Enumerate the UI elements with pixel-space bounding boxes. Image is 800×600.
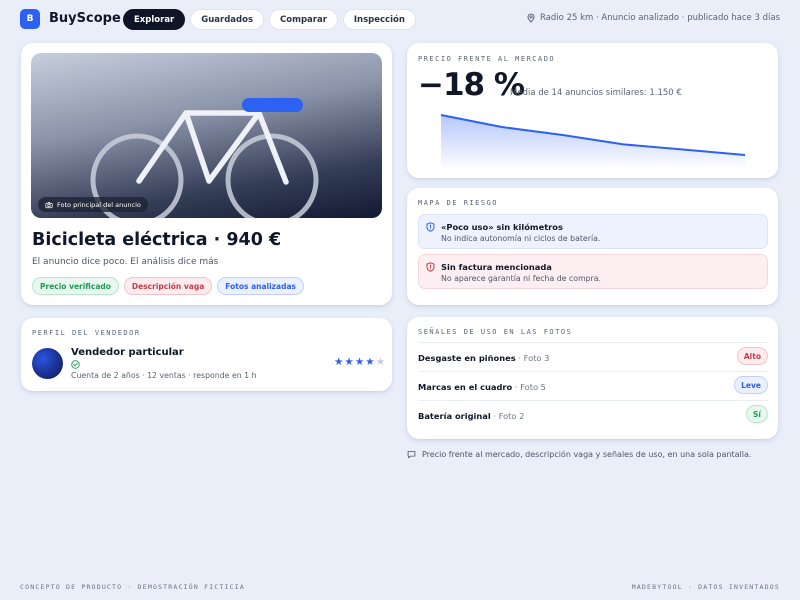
price-median: Media de 14 anuncios similares: 1.150 € [510,88,682,98]
listing-subtitle: El anuncio dice poco. El análisis dice m… [32,257,219,267]
price-delta: −18 % [418,67,525,103]
tag-precio-verificado[interactable]: Precio verificado [32,277,119,295]
risk-item-kilometros[interactable]: «Poco uso» sin kilómetros No indica auto… [418,214,768,249]
usage-label-main: Batería original [418,411,491,421]
photo-caption: Foto principal del anuncio [38,197,148,212]
risk-title: Sin factura mencionada [441,262,552,272]
usage-kicker: Señales de uso en las fotos [418,328,573,336]
seller-kicker: Perfil del vendedor [32,329,141,337]
tag-fotos-analizadas[interactable]: Fotos analizadas [217,277,304,295]
listing-tags: Precio verificado Descripción vaga Fotos… [32,277,304,295]
usage-row-cuadro[interactable]: Marcas en el cuadro · Foto 5 Leve [418,371,768,400]
usage-label: Batería original · Foto 2 [418,411,524,421]
app-name[interactable]: BuyScope [49,11,121,26]
bicycle-illustration [90,98,319,218]
price-trend-chart [440,114,746,167]
usage-row-pinones[interactable]: Desgaste en piñones · Foto 3 Alto [418,342,768,371]
star-filled-icon: ★ [354,356,365,368]
avatar[interactable] [32,348,63,379]
tab-comparar[interactable]: Comparar [269,9,338,30]
star-filled-icon: ★ [344,356,354,368]
photo-caption-text: Foto principal del anuncio [57,200,141,209]
risk-item-factura[interactable]: Sin factura mencionada No aparece garant… [418,254,768,289]
summary-note-text: Precio frente al mercado, descripción va… [422,450,752,459]
usage-label-main: Marcas en el cuadro [418,382,513,392]
usage-source: · Foto 2 [490,411,525,421]
star-empty-icon: ★ [375,356,386,368]
trend-area [441,115,745,167]
risk-title: «Poco uso» sin kilómetros [441,222,563,232]
tab-guardados[interactable]: Guardados [190,9,265,30]
summary-note: Precio frente al mercado, descripción va… [407,450,751,459]
footer-left: Concepto de producto · Demostración fict… [20,583,245,591]
usage-badge: Leve [734,376,768,394]
listing-title: Bicicleta eléctrica · 940 € [32,230,282,250]
context-text: Radio 25 km · Anuncio analizado · public… [539,13,780,23]
usage-row-bateria[interactable]: Batería original · Foto 2 Sí [418,400,768,429]
usage-label-main: Desgaste en piñones [418,353,516,363]
usage-label: Marcas en el cuadro · Foto 5 [418,382,546,392]
usage-source: · Foto 3 [515,353,550,363]
tab-explorar[interactable]: Explorar [123,9,186,30]
usage-label: Desgaste en piñones · Foto 3 [418,353,549,363]
main-nav: Explorar Guardados Comparar Inspección [123,9,416,30]
risk-desc: No aparece garantía ni fecha de compra. [441,274,602,283]
seller-card: Perfil del vendedor Vendedor particular … [21,318,392,391]
top-bar: B BuyScope Explorar Guardados Comparar I… [20,9,780,30]
map-pin-icon [527,13,535,23]
tab-inspeccion[interactable]: Inspección [342,9,416,30]
usage-source: · Foto 5 [512,382,546,392]
camera-icon [45,201,53,208]
footer-right: MadeByTool · Datos inventados [631,583,780,591]
search-context: Radio 25 km · Anuncio analizado · public… [526,13,780,23]
seller-meta: Cuenta de 2 años · 12 ventas · responde … [71,371,257,380]
listing-photo[interactable]: Foto principal del anuncio [31,53,382,218]
usage-badge: Sí [746,405,768,423]
price-card: Precio frente al mercado −18 % Media de … [407,43,778,178]
risk-map-card: Mapa de riesgo «Poco uso» sin kilómetros… [407,188,778,305]
risk-kicker: Mapa de riesgo [418,199,499,207]
star-filled-icon: ★ [334,356,344,368]
shield-icon [426,222,435,232]
usage-badge: Alto [736,347,768,365]
comment-icon [407,450,416,459]
seller-rating: ★ ★ ★ ★ ★ [334,356,386,368]
tag-descripcion-vaga[interactable]: Descripción vaga [123,277,213,295]
verified-check-icon [71,360,80,369]
shield-alert-icon [426,262,435,272]
risk-desc: No indica autonomía ni ciclos de batería… [441,234,601,243]
usage-signals-card: Señales de uso en las fotos Desgaste en … [407,317,778,439]
star-filled-icon: ★ [365,356,375,368]
app-logo[interactable]: B [20,9,40,29]
seller-name[interactable]: Vendedor particular [71,347,184,358]
price-kicker: Precio frente al mercado [418,55,556,63]
listing-card: Foto principal del anuncio Bicicleta elé… [21,43,392,305]
